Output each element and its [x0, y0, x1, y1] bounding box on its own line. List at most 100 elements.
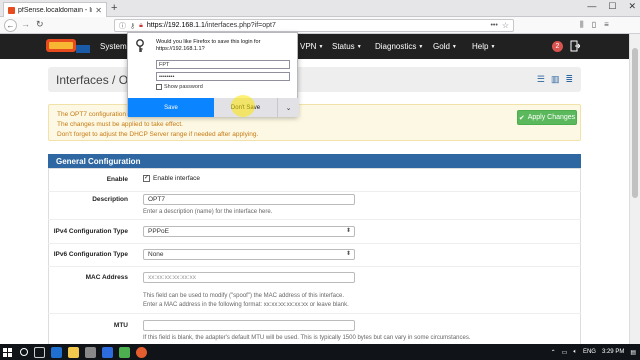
firefox-icon[interactable]	[136, 346, 147, 358]
apply-changes-label: Apply Changes	[527, 114, 576, 121]
caret-down-icon: ▼	[418, 43, 424, 50]
windows-logo-icon	[2, 347, 12, 357]
language-indicator[interactable]: ENG	[583, 349, 596, 355]
url-bar[interactable]: ⓘ ⚷ 🔒︎ https://192.168.1.1/interfaces.ph…	[114, 19, 514, 32]
bookmark-star-icon[interactable]: ☆	[502, 21, 509, 30]
file-explorer-icon[interactable]	[68, 346, 79, 358]
show-password-box[interactable]	[156, 84, 162, 90]
library-icon[interactable]: ⫼	[580, 20, 584, 30]
menu-help[interactable]: Help ▼	[472, 34, 495, 59]
menu-diagnostics-label: Diagnostics	[375, 42, 417, 51]
alert-line-2: The changes must be applied to take effe…	[57, 121, 183, 128]
forward-button[interactable]: →	[21, 19, 30, 29]
logout-icon[interactable]	[570, 40, 580, 52]
mtu-input[interactable]	[143, 320, 355, 331]
menu-vpn[interactable]: VPN ▼	[300, 34, 323, 59]
clock[interactable]: 3:29 PM	[602, 349, 624, 355]
mtu-label: MTU	[113, 322, 128, 329]
window-controls: — ☐ ✕	[587, 1, 636, 12]
caret-down-icon: ▼	[490, 43, 496, 50]
enable-checkbox-field[interactable]: ✓ Enable interface	[143, 175, 200, 182]
insecure-lock-icon[interactable]: 🔒︎	[139, 22, 143, 30]
ipv6-label: IPv6 Configuration Type	[53, 251, 128, 258]
form-row-ipv4: IPv4 Configuration Type PPPoE ⬍	[48, 222, 581, 244]
breadcrumb-icons: ☰ ▥ ≣	[537, 74, 573, 85]
url-path: /interfaces.php?if=opt7	[204, 22, 276, 29]
url-text[interactable]: https://192.168.1.1/interfaces.php?if=op…	[147, 22, 487, 29]
task-view-icon[interactable]	[34, 346, 45, 358]
username-input[interactable]: FPT	[156, 60, 290, 69]
menu-status-label: Status	[332, 42, 355, 51]
page-actions-icon[interactable]: •••	[490, 22, 497, 29]
tab-close-icon[interactable]: ✕	[95, 6, 102, 15]
log-list-icon[interactable]: ≣	[565, 74, 573, 85]
form-row-description: Description OPT7 Enter a description (na…	[48, 192, 581, 220]
description-input[interactable]: OPT7	[143, 194, 355, 205]
store-icon[interactable]	[85, 346, 96, 358]
page-scrollbar[interactable]	[629, 34, 640, 344]
new-tab-button[interactable]: +	[111, 2, 117, 14]
notifications-icon[interactable]: ▤	[630, 349, 636, 356]
edge-icon[interactable]	[51, 346, 62, 358]
settings-sliders-icon[interactable]: ☰	[537, 74, 545, 85]
alert-line-3: Don't forget to adjust the DHCP Server r…	[57, 131, 259, 138]
pfsense-header: System▼ VPN▼ Status▼ Diagnostics▼ Gold▼ …	[0, 34, 629, 59]
key-icon[interactable]: ⚷	[130, 22, 135, 30]
password-input[interactable]: ••••••••	[156, 72, 290, 81]
back-button[interactable]: ←	[4, 19, 17, 32]
ipv4-selected-value: PPPoE	[148, 228, 169, 235]
chevron-up-icon[interactable]: ⌃	[551, 349, 556, 356]
browser-navbar: ← → ↻ ⓘ ⚷ 🔒︎ https://192.168.1.1/interfa…	[0, 17, 640, 34]
ipv6-select[interactable]: None ⬍	[143, 249, 355, 260]
form-row-enable: Enable ✓ Enable interface	[48, 172, 581, 192]
popup-dropdown-button[interactable]: ⌄	[277, 98, 299, 117]
form-row-mac: MAC Address xx:xx:xx:xx:xx:xx This field…	[48, 268, 581, 314]
network-icon[interactable]: ▭	[562, 349, 568, 356]
reload-button[interactable]: ↻	[36, 19, 44, 30]
volume-icon[interactable]: 🔈︎	[573, 349, 577, 356]
caret-down-icon: ▼	[318, 43, 324, 50]
tab-title: pfSense.localdomain - Interfac	[18, 6, 92, 14]
maximize-button[interactable]: ☐	[608, 1, 616, 12]
panel-heading: General Configuration	[48, 154, 581, 168]
mtu-help: If this field is blank, the adapter's de…	[143, 335, 471, 341]
ipv4-select[interactable]: PPPoE ⬍	[143, 226, 355, 237]
save-button[interactable]: Save	[128, 98, 214, 117]
menu-status[interactable]: Status ▼	[332, 34, 362, 59]
menu-gold-label: Gold	[433, 42, 450, 51]
mac-input[interactable]: xx:xx:xx:xx:xx:xx	[143, 272, 355, 283]
minimize-button[interactable]: —	[587, 1, 596, 12]
enable-checkbox[interactable]: ✓	[143, 175, 150, 182]
show-password-label: Show password	[164, 84, 203, 90]
sidebar-icon[interactable]: ▯	[592, 20, 596, 30]
logo-icon[interactable]	[46, 37, 90, 56]
description-help: Enter a description (name) for the inter…	[143, 209, 273, 215]
notification-badge[interactable]: 2	[552, 41, 563, 52]
info-icon[interactable]: ⓘ	[119, 21, 126, 31]
mac-label: MAC Address	[85, 274, 128, 281]
select-arrow-icon: ⬍	[345, 251, 351, 257]
ipv4-label: IPv4 Configuration Type	[53, 228, 128, 235]
menu-help-label: Help	[472, 42, 489, 51]
show-password-checkbox[interactable]: Show password	[156, 84, 203, 90]
browser-tab[interactable]: pfSense.localdomain - Interfac ✕	[3, 2, 107, 17]
menu-diagnostics[interactable]: Diagnostics ▼	[375, 34, 423, 59]
scrollbar-thumb[interactable]	[632, 48, 638, 198]
mail-icon[interactable]	[102, 346, 113, 358]
app-icon[interactable]	[119, 346, 130, 358]
search-icon[interactable]	[20, 348, 28, 356]
menu-icon[interactable]: ≡	[604, 20, 609, 30]
windows-start-button[interactable]	[0, 344, 14, 360]
browser-tabstrip: pfSense.localdomain - Interfac ✕ + — ☐ ✕	[0, 0, 640, 17]
check-icon: ✔	[518, 114, 525, 122]
save-login-message: Would you like Firefox to save this logi…	[156, 39, 261, 52]
close-window-button[interactable]: ✕	[628, 1, 636, 12]
mac-help-2: Enter a MAC address in the following for…	[143, 302, 349, 308]
enable-interface-text: Enable interface	[153, 175, 200, 182]
apply-changes-button[interactable]: ✔ Apply Changes	[517, 110, 577, 125]
ipv6-selected-value: None	[148, 251, 164, 258]
browser-toolbar-right: ⫼ ▯ ≡	[580, 20, 609, 30]
menu-gold[interactable]: Gold ▼	[433, 34, 457, 59]
chart-icon[interactable]: ▥	[551, 74, 560, 85]
caret-down-icon: ▼	[451, 43, 457, 50]
